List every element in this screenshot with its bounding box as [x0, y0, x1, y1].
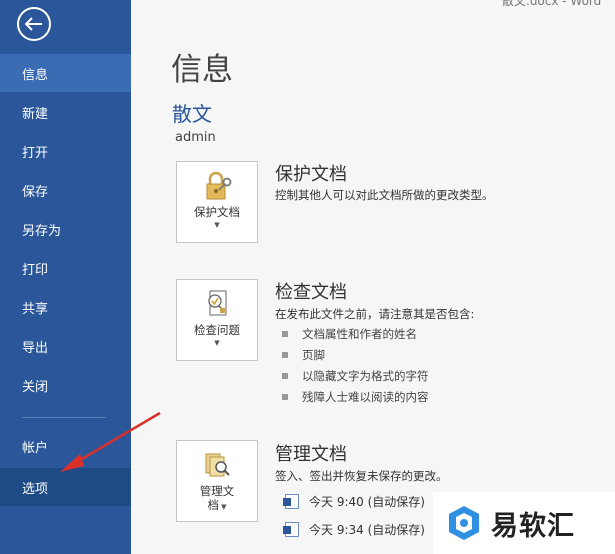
manage-section-desc: 签入、签出并恢复未保存的更改。: [275, 469, 448, 483]
protect-section-title: 保护文档: [275, 164, 347, 185]
watermark-text: 易软汇: [491, 510, 575, 542]
bullet-square-icon: [282, 352, 288, 358]
window-title: 散文.docx - Word: [502, 0, 602, 8]
bullet-text: 以隐藏文字为格式的字符: [302, 369, 429, 383]
protect-document-button[interactable]: 保护文档 ▼: [176, 161, 258, 243]
tile-label: 保护文档: [194, 205, 240, 219]
bullet-square-icon: [282, 394, 288, 400]
inspect-bullet: 文档属性和作者的姓名: [282, 326, 417, 342]
inspect-bullet: 以隐藏文字为格式的字符: [282, 368, 429, 384]
inspect-document-icon: [208, 290, 227, 316]
manage-section-title: 管理文档: [275, 444, 347, 465]
caret-down-icon: ▼: [214, 221, 220, 229]
lock-key-icon: [206, 171, 232, 200]
bullet-square-icon: [282, 373, 288, 379]
tile-label-line1: 管理文: [199, 484, 235, 498]
version-label: 今天 9:40 (自动保存): [309, 495, 425, 509]
word-doc-icon: [283, 522, 299, 537]
check-issues-button[interactable]: 检查问题 ▼: [176, 279, 258, 361]
document-name: 散文: [172, 102, 212, 126]
protect-section-desc: 控制其他人可以对此文档所做的更改类型。: [275, 188, 494, 202]
inspect-bullet: 残障人士难以阅读的内容: [282, 389, 429, 405]
watermark-logo-icon: [449, 506, 479, 540]
bullet-text: 页脚: [302, 348, 325, 362]
caret-down-icon: ▼: [214, 339, 220, 347]
version-item[interactable]: 今天 9:40 (自动保存): [283, 493, 425, 510]
caret-down-icon: ▼: [218, 503, 227, 511]
word-doc-icon: [283, 494, 299, 509]
tile-label: 检查问题: [194, 323, 240, 337]
bullet-text: 残障人士难以阅读的内容: [302, 390, 429, 404]
tile-label: 管理文 档 ▼: [200, 484, 235, 514]
bullet-text: 文档属性和作者的姓名: [302, 327, 417, 341]
tile-label-line2: 档: [207, 498, 219, 512]
bullet-square-icon: [282, 331, 288, 337]
version-label: 今天 9:34 (自动保存): [309, 523, 425, 537]
manage-document-icon: [205, 453, 230, 477]
inspect-section-title: 检查文档: [275, 282, 347, 303]
inspect-bullet: 页脚: [282, 347, 325, 363]
manage-document-button[interactable]: 管理文 档 ▼: [176, 440, 258, 522]
version-item[interactable]: 今天 9:34 (自动保存): [283, 521, 425, 538]
watermark: 易软汇: [433, 492, 615, 554]
page-title: 信息: [171, 52, 233, 88]
document-path: admin: [175, 130, 216, 145]
inspect-section-desc: 在发布此文件之前，请注意其是否包含:: [275, 307, 475, 321]
